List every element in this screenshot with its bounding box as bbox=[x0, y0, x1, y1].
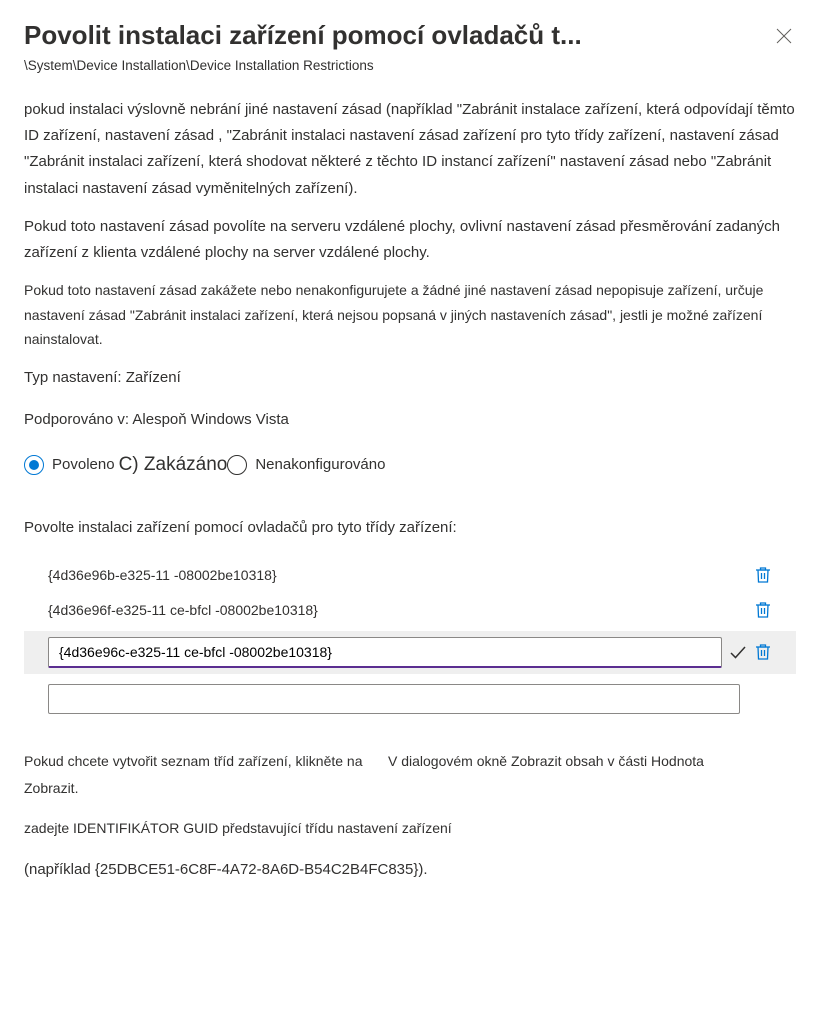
list-item: {4d36e96f-e325-11 ce-bfcl -08002be10318} bbox=[24, 593, 796, 627]
editing-input[interactable] bbox=[48, 637, 722, 668]
trash-icon bbox=[755, 601, 771, 619]
list-item-text: {4d36e96b-e325-11 -08002be10318} bbox=[48, 564, 754, 586]
checkmark-icon bbox=[729, 643, 747, 661]
page-title: Povolit instalaci zařízení pomocí ovlada… bbox=[24, 20, 582, 51]
bottom-text-left: Pokud chcete vytvořit seznam tříd zaříze… bbox=[24, 748, 364, 801]
delete-button[interactable] bbox=[754, 643, 772, 661]
list-item-editing bbox=[24, 631, 796, 674]
new-item-input[interactable] bbox=[48, 684, 740, 714]
supported-on: Podporováno v: Alespoň Windows Vista bbox=[24, 408, 796, 432]
description-p3: Pokud toto nastavení zásad zakážete nebo… bbox=[24, 278, 796, 352]
radio-enabled-label: Povoleno bbox=[52, 453, 115, 477]
setting-type: Typ nastavení: Zařízení bbox=[24, 366, 796, 390]
radio-notconfigured-label: Nenakonfigurováno bbox=[255, 453, 385, 477]
list-item: {4d36e96b-e325-11 -08002be10318} bbox=[24, 558, 796, 592]
radio-enabled[interactable]: Povoleno bbox=[24, 453, 115, 477]
device-class-list: {4d36e96b-e325-11 -08002be10318} {4d36e9… bbox=[24, 558, 796, 720]
trash-icon bbox=[755, 643, 771, 661]
list-item-text: {4d36e96f-e325-11 ce-bfcl -08002be10318} bbox=[48, 599, 754, 621]
description-block: pokud instalaci výslovně nebrání jiné na… bbox=[24, 97, 796, 352]
radio-disabled-label: C) Zakázáno bbox=[119, 450, 228, 480]
radio-group: Povoleno C) Zakázáno Nenakonfigurováno bbox=[24, 450, 796, 480]
bottom-text-p3: (například {25DBCE51-6C8F-4A72-8A6D-B54C… bbox=[24, 856, 796, 885]
close-button[interactable] bbox=[772, 24, 796, 48]
radio-circle-icon bbox=[227, 455, 247, 475]
bottom-text-p2: zadejte IDENTIFIKÁTOR GUID představující… bbox=[24, 815, 796, 842]
trash-icon bbox=[755, 566, 771, 584]
delete-button[interactable] bbox=[754, 566, 772, 584]
radio-circle-icon bbox=[24, 455, 44, 475]
bottom-help-text: Pokud chcete vytvořit seznam tříd zaříze… bbox=[24, 748, 796, 884]
radio-notconfigured[interactable]: Nenakonfigurováno bbox=[227, 453, 385, 477]
description-p2: Pokud toto nastavení zásad povolíte na s… bbox=[24, 214, 796, 267]
bottom-text-right: V dialogovém okně Zobrazit obsah v části… bbox=[388, 748, 704, 801]
close-icon bbox=[776, 28, 792, 44]
list-label: Povolte instalaci zařízení pomocí ovlada… bbox=[24, 516, 796, 540]
delete-button[interactable] bbox=[754, 601, 772, 619]
confirm-button[interactable] bbox=[728, 642, 748, 662]
description-p1: pokud instalaci výslovně nebrání jiné na… bbox=[24, 97, 796, 202]
breadcrumb: \System\Device Installation\Device Insta… bbox=[24, 55, 796, 77]
